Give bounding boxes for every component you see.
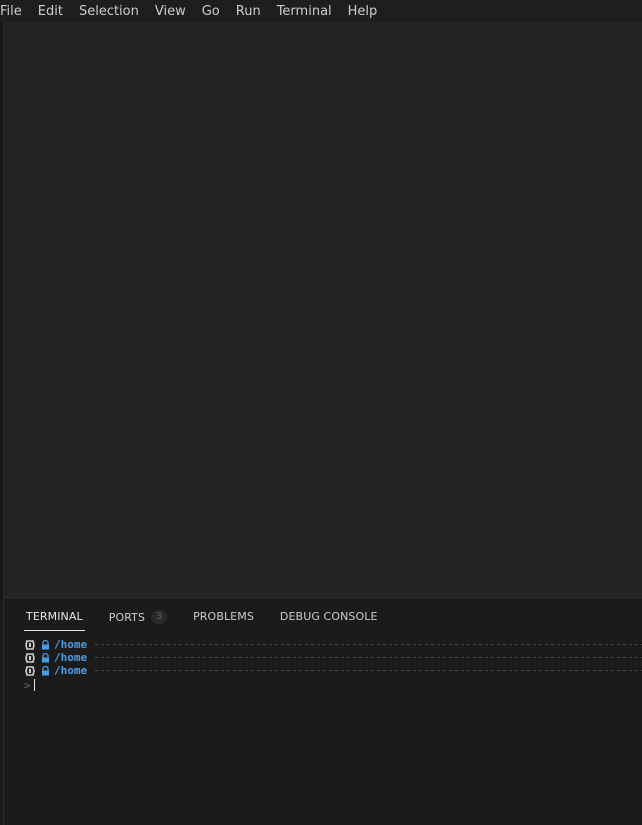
tab-problems[interactable]: PROBLEMS [191,604,256,631]
linux-penguin-icon [24,639,36,651]
menu-view[interactable]: View [147,3,194,20]
menu-edit[interactable]: Edit [30,3,71,20]
terminal-prompt[interactable]: > [24,678,642,692]
terminal-line: /home [24,638,642,651]
linux-penguin-icon [24,665,36,677]
prompt-symbol: > [24,678,31,692]
ports-count-badge: 3 [151,610,168,624]
terminal-line: /home [24,664,642,677]
terminal-line-filler [95,670,642,671]
terminal-line-filler [95,657,642,658]
menu-help[interactable]: Help [340,3,386,20]
tab-ports-label: PORTS [108,610,146,624]
lock-icon [41,665,50,676]
tab-ports[interactable]: PORTS 3 [107,604,169,632]
linux-penguin-icon [24,652,36,664]
panel-tab-bar: TERMINAL PORTS 3 PROBLEMS DEBUG CONSOLE [24,604,380,634]
terminal-line-filler [95,644,642,645]
lock-icon [41,639,50,650]
terminal-output[interactable]: /home /home /home > [24,638,642,692]
tab-terminal[interactable]: TERMINAL [24,604,85,631]
tab-debug-console[interactable]: DEBUG CONSOLE [278,604,380,631]
text-cursor [34,679,35,691]
tab-debug-console-label: DEBUG CONSOLE [279,610,378,623]
menu-go[interactable]: Go [194,3,228,20]
menu-file[interactable]: File [0,3,30,20]
terminal-line: /home [24,651,642,664]
terminal-path: /home [54,638,88,651]
editor-area[interactable] [4,22,642,597]
menu-bar: File Edit Selection View Go Run Terminal… [0,0,642,22]
menu-terminal[interactable]: Terminal [269,3,340,20]
menu-selection[interactable]: Selection [71,3,147,20]
menu-run[interactable]: Run [228,3,269,20]
lock-icon [41,652,50,663]
tab-terminal-label: TERMINAL [26,610,83,623]
terminal-path: /home [54,651,88,664]
bottom-panel: TERMINAL PORTS 3 PROBLEMS DEBUG CONSOLE [4,597,642,825]
terminal-path: /home [54,664,88,677]
tab-problems-label: PROBLEMS [193,610,254,623]
